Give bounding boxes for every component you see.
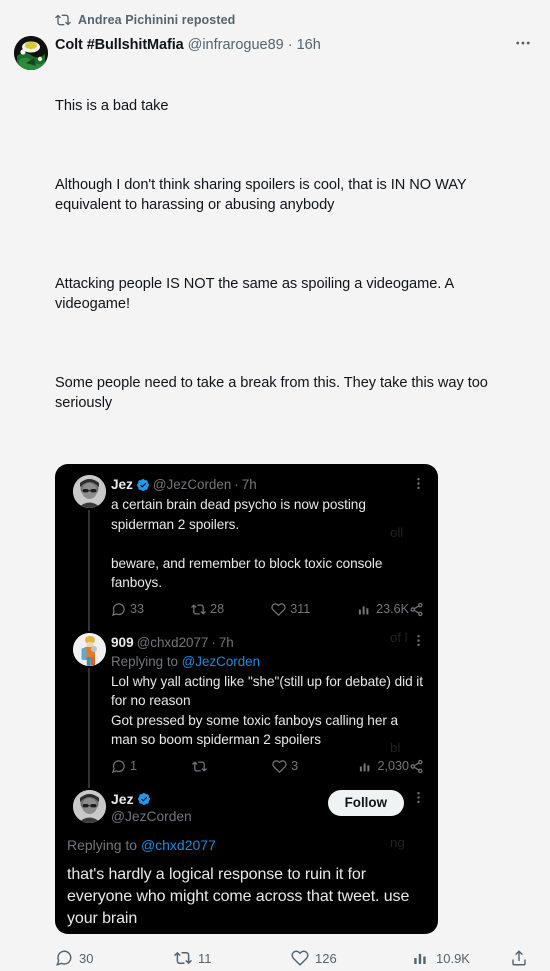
like-count: 3 [291, 759, 299, 773]
retweet-action[interactable]: 11 [174, 949, 291, 967]
share-icon[interactable] [409, 759, 424, 774]
separator-dot: · [234, 477, 239, 492]
views-action[interactable]: 23.6K [357, 602, 409, 617]
separator-dot: · [287, 37, 293, 53]
embedded-tweet-text: Lol why yall acting like "she"(still up … [111, 673, 424, 748]
views-action[interactable]: 2,030 [358, 759, 409, 774]
verified-badge-icon [136, 478, 150, 492]
replying-to-label: Replying to [111, 653, 182, 669]
repost-icon [55, 12, 71, 28]
author-handle[interactable]: @JezCorden [153, 475, 231, 494]
timestamp[interactable]: 16h [297, 35, 321, 55]
like-action[interactable]: 3 [272, 759, 358, 774]
retweet-action[interactable] [191, 759, 273, 774]
retweet-count: 11 [198, 950, 212, 966]
embedded-tweet-body: Jez @JezCorden · 7h a certain brain dead… [111, 475, 426, 617]
author-display-name[interactable]: Jez [111, 475, 133, 494]
avatar[interactable] [72, 475, 106, 508]
author-handle[interactable]: @infrarogue89 [188, 35, 284, 55]
author-display-name[interactable]: Jez [111, 790, 134, 808]
separator-dot: · [211, 634, 216, 650]
embedded-tweet-text: a certain brain dead psycho is now posti… [111, 497, 383, 590]
like-action[interactable]: 311 [271, 602, 357, 617]
avatar[interactable] [14, 36, 48, 70]
thread-connector-line [88, 510, 90, 631]
tweet-action-bar: 30 11 126 10.9K [55, 945, 536, 971]
views-count: 23.6K [376, 602, 409, 616]
reply-count: 33 [130, 602, 145, 616]
embedded-tweet-1: Jez @JezCorden · 7h a certain brain dead… [55, 464, 438, 631]
reply-count: 1 [130, 759, 138, 773]
main-tweet: Colt #BullshitMafia @infrarogue89 · 16h … [14, 35, 536, 934]
reply-action[interactable]: 30 [55, 949, 174, 967]
author-display-name[interactable]: Colt #BullshitMafia [55, 35, 184, 55]
replying-to-line: Replying to @JezCorden [111, 652, 424, 671]
views-count: 2,030 [377, 759, 409, 773]
thread-connector-line [88, 667, 90, 788]
author-line: 909 @chxd2077 · 7h [111, 633, 424, 652]
embedded-tweet-text: that's hardly a logical response to ruin… [67, 865, 414, 927]
author-handle[interactable]: @chxd2077 [137, 633, 209, 652]
embedded-screenshot-image[interactable]: oll of l bl ng Jez @JezCorden · 7h a cer… [55, 464, 438, 934]
replying-to-label: Replying to [67, 836, 141, 853]
tweet-paragraph: This is a bad take [55, 98, 169, 114]
tweet-body: Colt #BullshitMafia @infrarogue89 · 16h … [55, 35, 536, 934]
tweet-paragraph: Some people need to take a break from th… [55, 375, 492, 411]
retweet-action[interactable]: 28 [191, 602, 271, 617]
avatar-column [14, 35, 55, 934]
timestamp[interactable]: 7h [219, 633, 234, 652]
reply-action[interactable]: 1 [111, 759, 192, 774]
like-count: 126 [315, 950, 337, 966]
embedded-action-bar: 1 3 2,030 [111, 759, 424, 774]
share-icon[interactable] [409, 602, 424, 617]
avatar[interactable] [72, 789, 106, 823]
avatar[interactable] [72, 632, 106, 666]
views-action[interactable]: 10.9K [412, 949, 510, 967]
more-vertical-icon[interactable] [410, 789, 426, 807]
retweet-count: 28 [210, 602, 225, 616]
timestamp[interactable]: 7h [242, 475, 257, 494]
embedded-tweet-2: 909 @chxd2077 · 7h Replying to @JezCorde… [55, 617, 438, 788]
views-count: 10.9K [436, 950, 470, 966]
author-display-name[interactable]: 909 [111, 633, 134, 652]
share-icon[interactable] [510, 949, 528, 967]
more-vertical-icon[interactable] [410, 474, 426, 492]
follow-button[interactable]: Follow [327, 789, 404, 816]
verified-badge-icon [137, 792, 151, 806]
tweet-text: This is a bad take Although I don't thin… [55, 56, 532, 453]
avatar-column [67, 789, 111, 826]
embedded-tweet-body: Jez @JezCorden Follow [111, 789, 426, 826]
author-line: Colt #BullshitMafia @infrarogue89 · 16h [55, 35, 532, 55]
replying-to-mention[interactable]: @JezCorden [182, 654, 260, 669]
avatar-column [67, 475, 111, 631]
tweet-paragraph: Although I don't think sharing spoilers … [55, 177, 471, 213]
more-vertical-icon[interactable] [410, 632, 426, 650]
tweet-paragraph: Attacking people IS NOT the same as spoi… [55, 276, 458, 312]
author-line: Jez @JezCorden · 7h [111, 475, 424, 494]
more-horizontal-icon[interactable] [510, 33, 536, 53]
tweet-card: Andrea Pichinini reposted Colt #Bullshit… [0, 0, 550, 966]
avatar-column [67, 632, 111, 788]
replying-to-line: Replying to @chxd2077 [67, 836, 426, 855]
like-count: 311 [290, 602, 311, 616]
like-action[interactable]: 126 [291, 949, 412, 967]
replying-to-mention[interactable]: @chxd2077 [141, 837, 216, 853]
reply-count: 30 [79, 950, 94, 966]
repost-header: Andrea Pichinini reposted [55, 10, 536, 30]
embedded-tweet-3: Jez @JezCorden Follow Replying to @chxd2… [55, 774, 438, 930]
embedded-action-bar: 33 28 311 23.6K [111, 602, 424, 617]
reply-action[interactable]: 33 [111, 602, 191, 617]
embedded-tweet-body: 909 @chxd2077 · 7h Replying to @JezCorde… [111, 633, 426, 774]
repost-label: Andrea Pichinini reposted [78, 13, 236, 27]
